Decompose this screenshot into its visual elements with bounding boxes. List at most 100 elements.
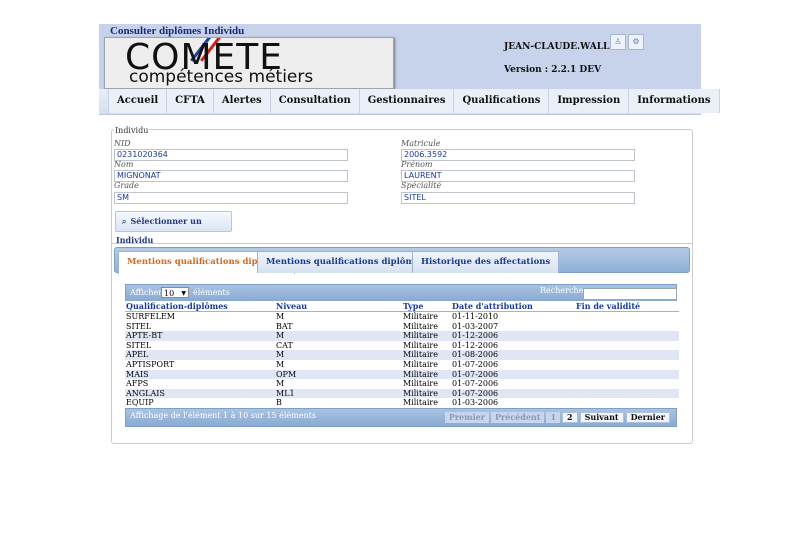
user-icon[interactable]: ♙ — [610, 34, 626, 50]
matricule-field[interactable]: 2006.3592 — [401, 149, 635, 161]
menu-gestionnaires[interactable]: Gestionnaires — [360, 89, 455, 113]
cell: SITEL — [126, 340, 152, 350]
nid-label: NID — [114, 139, 131, 148]
col-header-type[interactable]: Type — [402, 301, 451, 312]
select-individu-label: Sélectionner un Individu — [116, 216, 202, 245]
nom-label: Nom — [114, 160, 134, 169]
menu-consultation[interactable]: Consultation — [271, 89, 360, 113]
table-row[interactable]: EQUIP B Militaire 01-03-2006 — [125, 398, 679, 408]
table-row[interactable]: SITEL CAT Militaire 01-12-2006 — [125, 341, 679, 351]
tabs-bar: Mentions qualifications diplômes Mention… — [114, 247, 690, 274]
comete-logo: COMETE compétences métiers — [104, 37, 394, 89]
cell — [575, 350, 679, 360]
cell: Militaire — [403, 398, 438, 408]
cell: 01-12-2006 — [452, 340, 499, 350]
matricule-label: Matricule — [401, 139, 441, 148]
chevron-down-icon: ▼ — [181, 290, 186, 297]
pager-last[interactable]: Dernier — [625, 411, 670, 423]
cell: M — [275, 350, 402, 360]
cell: Militaire — [402, 369, 451, 380]
cell: ANGLAIS — [125, 388, 275, 399]
pager-first[interactable]: Premier — [444, 411, 489, 423]
cell: Militaire — [403, 379, 438, 389]
menu-informations[interactable]: Informations — [629, 89, 720, 113]
cell — [575, 379, 679, 389]
table-row[interactable]: AFPS M Militaire 01-07-2006 — [125, 379, 679, 389]
nid-field[interactable]: 0231020364 — [114, 149, 348, 161]
cell: CAT — [276, 340, 293, 350]
table-row[interactable]: SURFELEM M Militaire 01-11-2010 — [125, 312, 679, 322]
table-row[interactable]: ANGLAIS ML1 Militaire 01-07-2006 — [125, 388, 679, 399]
cell: 01-08-2006 — [451, 350, 575, 360]
main-menu-bar: Accueil CFTA Alertes Consultation Gestio… — [99, 89, 720, 115]
pager-next[interactable]: Suivant — [579, 411, 624, 423]
cell: OPM — [275, 369, 402, 380]
cell — [575, 388, 679, 399]
menu-alertes[interactable]: Alertes — [214, 89, 271, 113]
cell: APTE-BT — [125, 331, 275, 341]
pager-page-2[interactable]: 2 — [562, 411, 578, 423]
specialite-field[interactable]: SITEL — [401, 192, 635, 204]
menu-cfta[interactable]: CFTA — [167, 89, 214, 113]
col-header-fin-validite[interactable]: Fin de validité — [575, 301, 679, 312]
col-header-date[interactable]: Date d'attribution — [451, 301, 575, 312]
col-header-qualification[interactable]: Qualification-diplômes — [125, 301, 275, 312]
version-label: Version : 2.2.1 DEV — [504, 65, 602, 75]
cell: Militaire — [402, 350, 451, 360]
cell: AFPS — [126, 379, 149, 389]
logo-subtitle: compétences métiers — [129, 67, 314, 87]
cell: M — [276, 379, 285, 389]
menu-accueil[interactable]: Accueil — [109, 89, 168, 113]
tab-historique-affectations[interactable]: Historique des affectations — [412, 251, 560, 273]
cell — [575, 312, 679, 322]
cell: Militaire — [403, 359, 438, 369]
cell — [575, 398, 679, 408]
table-row[interactable]: APTISPORT M Militaire 01-07-2006 — [125, 360, 679, 370]
cell: APTISPORT — [126, 359, 175, 369]
cell — [575, 360, 679, 370]
cell: SITEL — [126, 321, 152, 331]
cell: 01-07-2006 — [451, 388, 575, 399]
cell — [575, 341, 679, 351]
cell: Militaire — [403, 340, 438, 350]
cell: APEL — [125, 350, 275, 360]
page-title: Consulter diplômes Individu — [110, 25, 245, 37]
cell — [575, 331, 679, 341]
search-input[interactable] — [583, 288, 677, 300]
settings-gear-icon[interactable]: ⚙ — [628, 34, 644, 50]
table-row[interactable]: APEL M Militaire 01-08-2006 — [125, 350, 679, 360]
cell — [575, 369, 679, 380]
table-row[interactable]: MAIS OPM Militaire 01-07-2006 — [125, 369, 679, 380]
cell: Militaire — [403, 312, 438, 321]
page-size-select[interactable]: 10 ▼ — [161, 287, 189, 298]
main-menu: Accueil CFTA Alertes Consultation Gestio… — [108, 89, 720, 113]
menu-impression[interactable]: Impression — [549, 89, 630, 113]
grade-field[interactable]: SM — [114, 192, 348, 204]
user-name: JEAN-CLAUDE.WALLET — [504, 42, 623, 52]
nom-field[interactable]: MIGNONAT — [114, 170, 348, 182]
cell: EQUIP — [126, 398, 154, 408]
header: Consulter diplômes Individu COMETE compé… — [99, 24, 701, 89]
pagination: Premier Précédent 1 2 Suivant Dernier — [443, 411, 670, 423]
pager-previous[interactable]: Précédent — [490, 411, 545, 423]
qualifications-table: Qualification-diplômes Niveau Type Date … — [125, 301, 679, 408]
select-individu-button[interactable]: ⌕ Sélectionner un Individu — [115, 211, 232, 245]
cell: 01-03-2006 — [452, 398, 499, 408]
elements-label: éléments — [193, 288, 230, 297]
pager-page-1[interactable]: 1 — [546, 411, 561, 423]
table-row[interactable]: APTE-BT M Militaire 01-12-2006 — [125, 331, 679, 341]
col-header-niveau[interactable]: Niveau — [275, 301, 402, 312]
table-toolbar: Afficher 10 ▼ éléments Rechercher: — [125, 284, 677, 301]
table-header-row: Qualification-diplômes Niveau Type Date … — [125, 301, 679, 312]
cell: M — [275, 331, 402, 341]
page-size-value: 10 — [164, 289, 175, 298]
grade-label: Grade — [114, 181, 139, 190]
menu-qualifications[interactable]: Qualifications — [454, 89, 550, 113]
cell: Militaire — [402, 388, 451, 399]
table-row[interactable]: SITEL BAT Militaire 01-03-2007 — [125, 322, 679, 332]
cell: M — [276, 312, 285, 321]
search-icon: ⌕ — [122, 217, 127, 226]
specialite-label: Spécialité — [401, 181, 442, 190]
cell: 01-11-2010 — [452, 312, 499, 321]
cell: ML1 — [275, 388, 402, 399]
